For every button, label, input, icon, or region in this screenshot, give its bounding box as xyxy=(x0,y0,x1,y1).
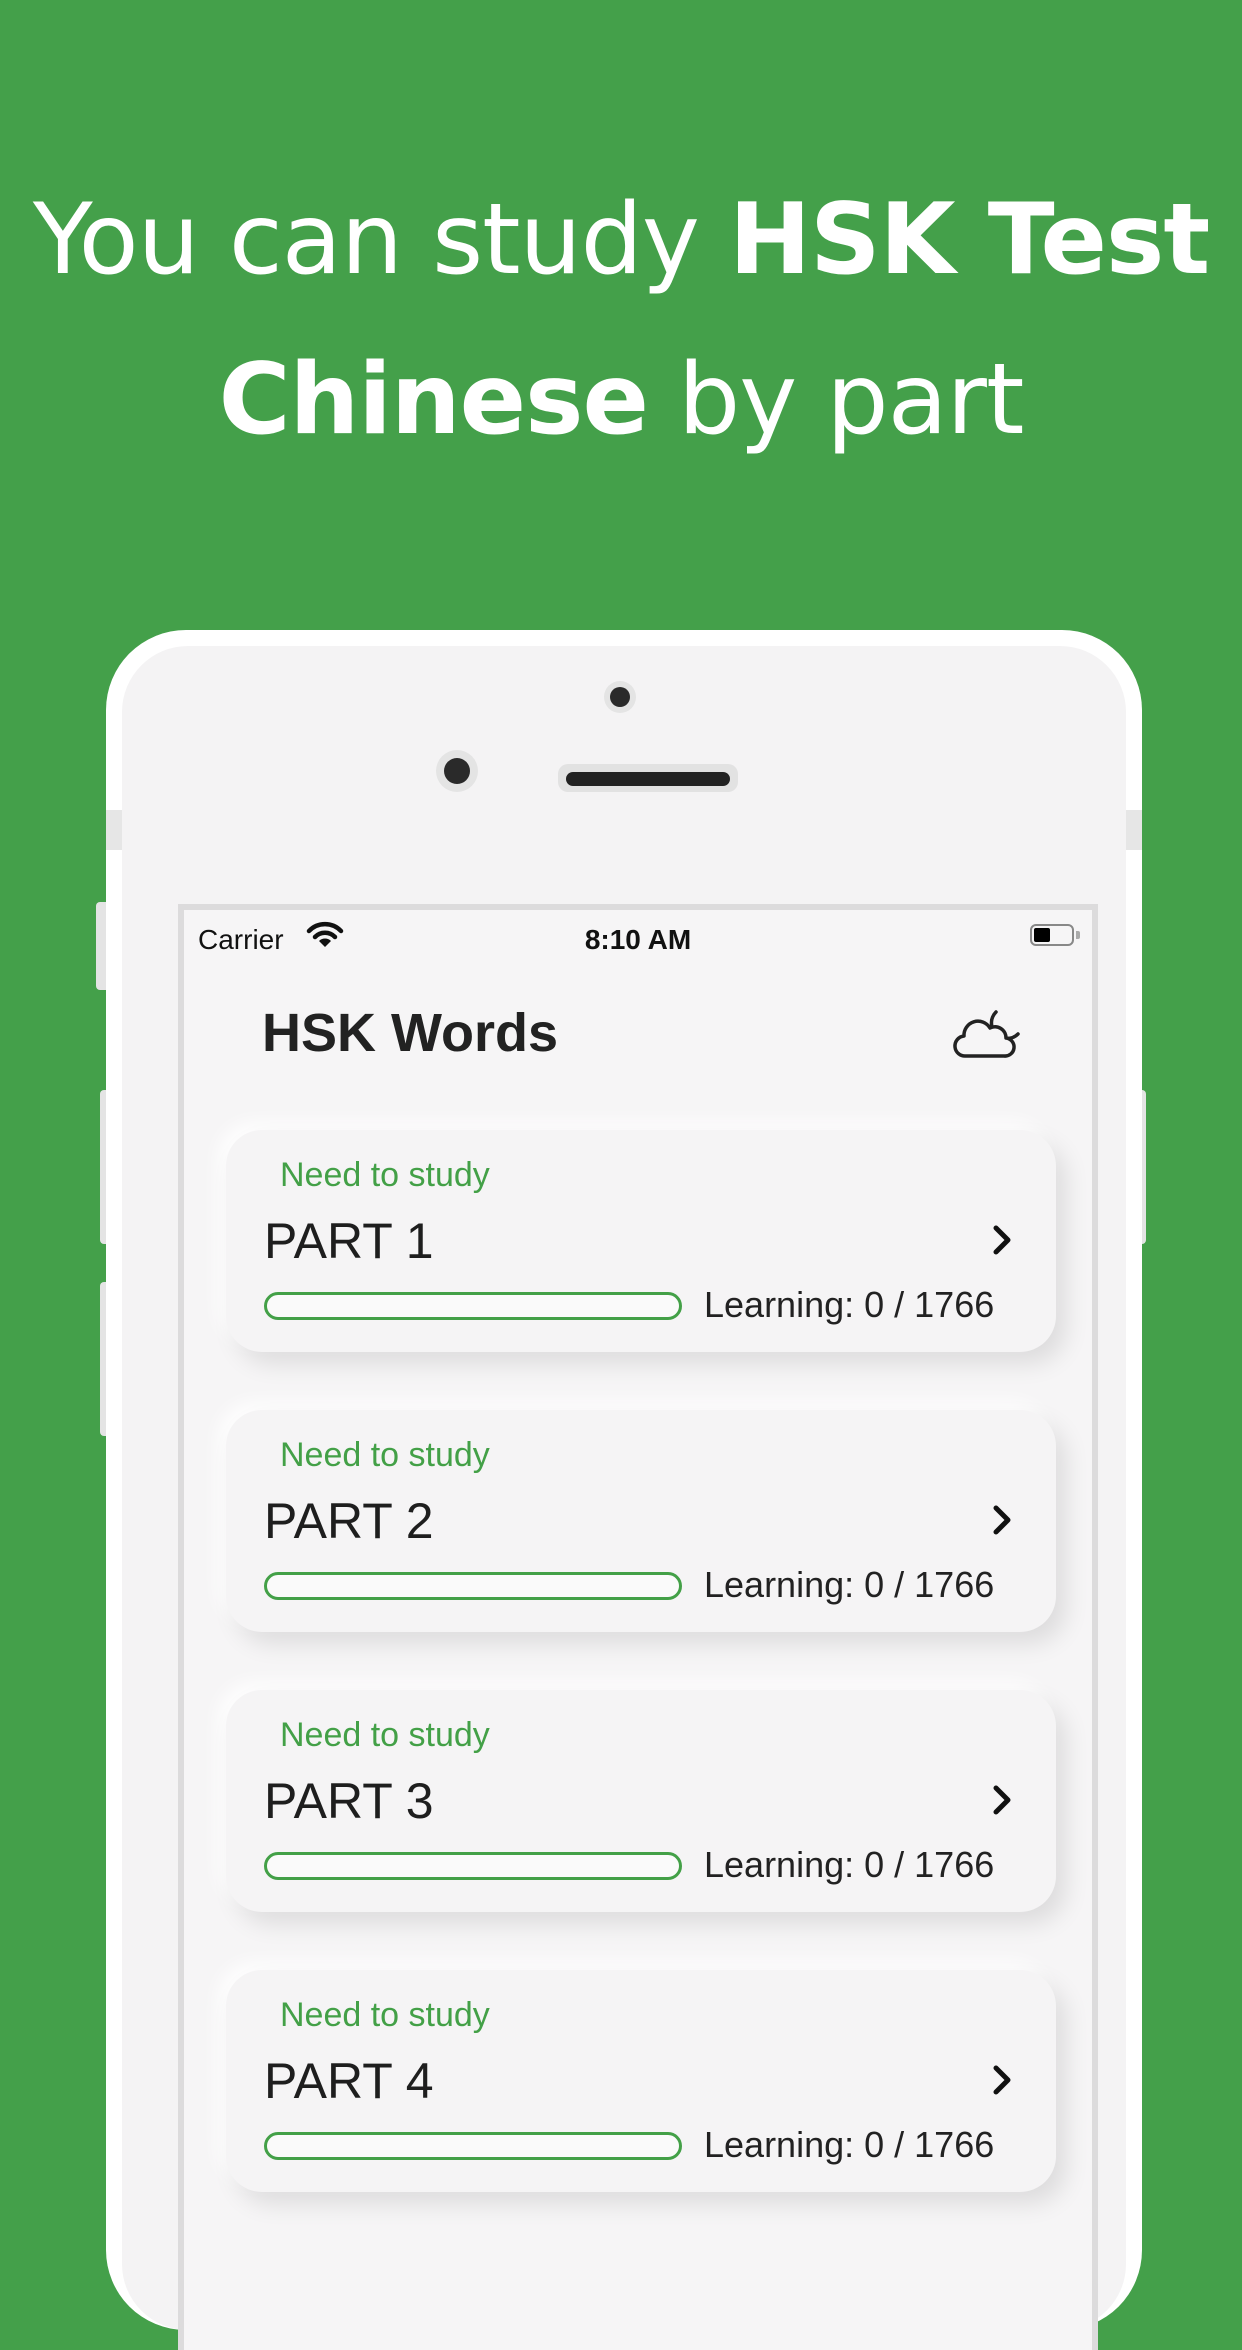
part-progress-bar xyxy=(264,1852,682,1880)
page-title: HSK Words xyxy=(262,1003,559,1063)
promo-line-2: Chinese by part xyxy=(0,320,1242,480)
part-title: PART 4 xyxy=(264,2053,434,2109)
learning-count: Learning: 0 / 1766 xyxy=(704,1844,995,1885)
promo-line-2-light: by part xyxy=(647,343,1024,457)
part-card-4[interactable]: Need to study PART 4 Learning: 0 / 1766 xyxy=(226,1970,1056,2192)
promo-headline: You can study HSK Test Chinese by part xyxy=(0,160,1242,480)
learning-count: Learning: 0 / 1766 xyxy=(704,1284,995,1325)
part-card-2[interactable]: Need to study PART 2 Learning: 0 / 1766 xyxy=(226,1410,1056,1632)
chevron-right-icon xyxy=(993,1225,1011,1255)
part-progress-bar xyxy=(264,1572,682,1600)
cloud-moon-icon[interactable] xyxy=(952,1002,1032,1066)
part-card-1[interactable]: Need to study PART 1 Learning: 0 / 1766 xyxy=(226,1130,1056,1352)
learning-count: Learning: 0 / 1766 xyxy=(704,2124,995,2165)
promo-line-2-bold: Chinese xyxy=(218,343,649,457)
front-camera xyxy=(444,758,470,784)
part-status-label: Need to study xyxy=(280,1996,490,2034)
promo-line-1-bold: HSK Test xyxy=(729,183,1210,297)
phone-antenna-band-left xyxy=(106,810,122,850)
part-progress-bar xyxy=(264,1292,682,1320)
part-title: PART 2 xyxy=(264,1493,434,1549)
battery-tip xyxy=(1076,931,1080,939)
phone-frame: Carrier 8:10 AM HSK Words Need to study … xyxy=(106,630,1142,2350)
part-status-label: Need to study xyxy=(280,1716,490,1754)
part-title: PART 1 xyxy=(264,1213,434,1269)
part-title: PART 3 xyxy=(264,1773,434,1829)
status-bar: Carrier 8:10 AM xyxy=(184,910,1092,966)
phone-screen: Carrier 8:10 AM HSK Words Need to study … xyxy=(178,904,1098,2350)
clock-time: 8:10 AM xyxy=(584,924,692,955)
part-progress-bar xyxy=(264,2132,682,2160)
part-card-3[interactable]: Need to study PART 3 Learning: 0 / 1766 xyxy=(226,1690,1056,1912)
earpiece-speaker xyxy=(558,764,738,792)
battery-icon xyxy=(1030,924,1080,946)
promo-line-1-light: You can study xyxy=(32,183,730,297)
battery-level-fill xyxy=(1034,928,1050,942)
learning-count: Learning: 0 / 1766 xyxy=(704,1564,995,1605)
phone-antenna-band-right xyxy=(1126,810,1142,850)
part-status-label: Need to study xyxy=(280,1436,490,1474)
proximity-sensor xyxy=(610,687,630,707)
chevron-right-icon xyxy=(993,1785,1011,1815)
phone-body: Carrier 8:10 AM HSK Words Need to study … xyxy=(106,646,1142,2350)
part-status-label: Need to study xyxy=(280,1156,490,1194)
chevron-right-icon xyxy=(993,2065,1011,2095)
chevron-right-icon xyxy=(993,1505,1011,1535)
promo-line-1: You can study HSK Test xyxy=(0,160,1242,320)
